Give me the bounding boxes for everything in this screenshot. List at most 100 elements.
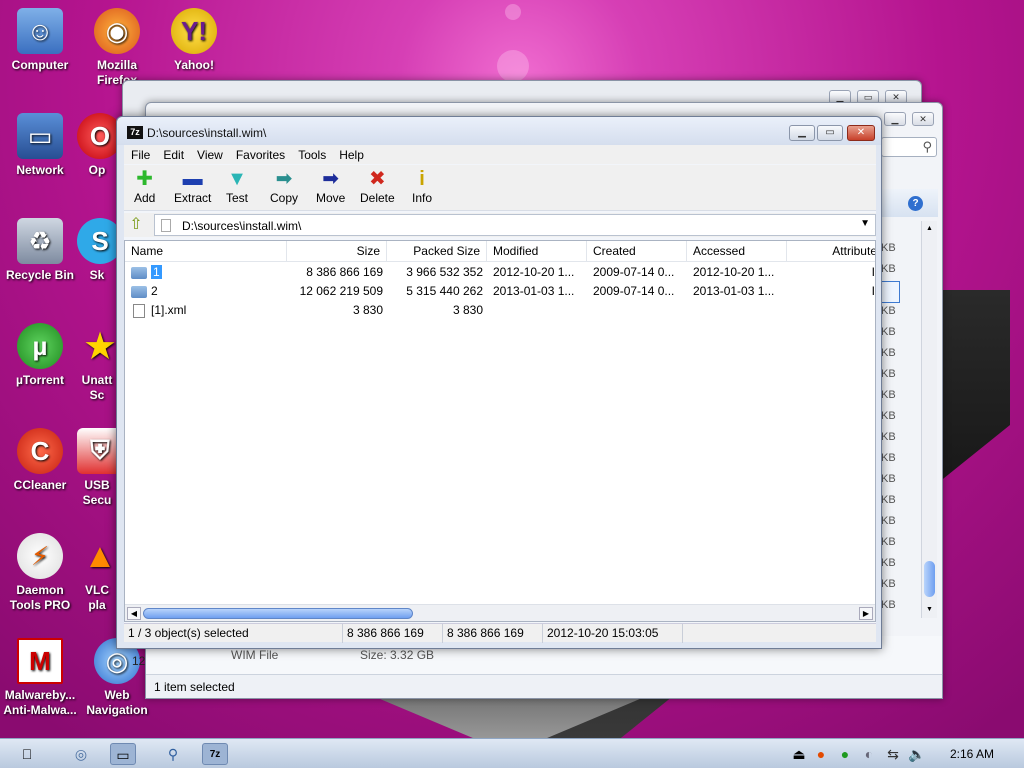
info-button[interactable]: i Info [412, 167, 432, 205]
column-modified[interactable]: Modified [487, 241, 587, 262]
window-content: File Edit View Favorites Tools Help ✚ Add ▬ Extr… [124, 145, 876, 643]
desktop-icon-malwarebytes[interactable]: M Malwareby... Anti-Malwa... [0, 638, 80, 718]
daemon-tools-icon: ⚡ [17, 533, 63, 579]
status-bar: 1 / 3 object(s) selected 8 386 866 169 8… [124, 623, 876, 643]
yahoo-icon: Y! [171, 8, 217, 54]
copy-button[interactable]: ➡ Copy [270, 167, 298, 205]
desktop-icon-skype[interactable]: S Sk [77, 218, 117, 283]
clock[interactable]: 2:16 AM [950, 747, 994, 761]
recycle-bin-icon: ♻ [17, 218, 63, 264]
up-folder-icon[interactable]: ⇧ [126, 215, 146, 235]
desktop-icon-ccleaner[interactable]: C CCleaner [0, 428, 80, 493]
desktop-icon-network[interactable]: ▭ Network [0, 113, 80, 178]
size-unit-label: KB [881, 494, 896, 506]
help-icon[interactable]: ? [908, 196, 923, 211]
column-created[interactable]: Created [587, 241, 687, 262]
folder-icon [131, 267, 147, 279]
add-button[interactable]: ✚ Add [134, 167, 155, 205]
scroll-left-arrow[interactable]: ◀ [127, 607, 141, 620]
menu-edit[interactable]: Edit [156, 145, 190, 162]
status-selection: 1 / 3 object(s) selected [124, 624, 343, 643]
close-button[interactable]: ✕ [847, 125, 875, 141]
menu-bar: File Edit View Favorites Tools Help [124, 145, 876, 164]
size-unit-label: KB [881, 305, 896, 317]
column-header: Name Size Packed Size Modified Created A… [125, 241, 875, 262]
toolbar-label: Copy [270, 191, 299, 205]
move-button[interactable]: ➡ Move [316, 167, 345, 205]
vscroll[interactable]: ▲ ▼ [921, 221, 937, 618]
close-button[interactable]: ✕ [912, 112, 934, 126]
table-row[interactable]: [1].xml 3 830 3 830 [125, 301, 875, 320]
desktop-icon-unattended[interactable]: ★ Unatt Sc [77, 323, 117, 403]
file-list[interactable]: Name Size Packed Size Modified Created A… [124, 240, 876, 622]
menu-tools[interactable]: Tools [291, 145, 332, 162]
delete-button[interactable]: ✖ Delete [360, 167, 395, 205]
desktop-icon-firefox[interactable]: ◉ Mozilla Firefox [77, 8, 157, 88]
menu-help[interactable]: Help [332, 145, 370, 162]
column-packed-size[interactable]: Packed Size [387, 241, 487, 262]
address-field[interactable]: D:\sources\install.wim\ ▼ [154, 214, 876, 236]
add-icon: ✚ [136, 168, 154, 190]
apple-start-icon[interactable]:  [14, 743, 40, 765]
column-accessed[interactable]: Accessed [687, 241, 787, 262]
test-button[interactable]: ▼ Test [226, 167, 248, 205]
column-name[interactable]: Name [125, 241, 287, 262]
desktop-icon-utorrent[interactable]: µ µTorrent [0, 323, 80, 388]
row-size: 12 062 219 509 [299, 284, 383, 298]
table-row[interactable]: 1 8 386 866 169 3 966 532 352 2012-10-20 1.… [125, 263, 875, 282]
malwarebytes-icon: M [17, 638, 63, 684]
menu-favorites[interactable]: Favorites [229, 145, 291, 162]
delete-icon: ✖ [368, 168, 386, 190]
toolbar-label: Info [412, 191, 433, 205]
toolbar-label: Extract [174, 191, 212, 205]
row-name-text: 1 [151, 265, 162, 279]
status-packed: 8 386 866 169 [443, 624, 543, 643]
table-row[interactable]: 2 12 062 219 509 5 315 440 262 2013-01-03 1… [125, 282, 875, 301]
menu-file[interactable]: File [124, 145, 156, 162]
minimize-button[interactable]: ▁ [884, 112, 906, 126]
warning-tray-icon[interactable]: ● [808, 743, 834, 765]
folder-icon [131, 286, 147, 298]
minimize-button[interactable]: ▁ [789, 125, 815, 141]
firefox-icon: ◉ [94, 8, 140, 54]
7zip-app-icon: 7z [127, 126, 143, 139]
show-desktop-icon[interactable]: ◎ [68, 743, 94, 765]
scroll-down-arrow[interactable]: ▼ [923, 603, 936, 616]
horizontal-scrollbar[interactable]: ◀ ▶ [125, 604, 875, 621]
size-unit-label: KB [881, 389, 896, 401]
tray-icon[interactable]: ◐ [856, 743, 882, 765]
scroll-up-arrow[interactable]: ▲ [923, 222, 936, 235]
search-taskbar-icon[interactable]: ⚲ [160, 743, 186, 765]
scroll-thumb[interactable] [924, 561, 935, 597]
desktop-icon-opera[interactable]: O Op [77, 113, 117, 178]
xml-file-icon [133, 304, 145, 318]
status-modified: 2012-10-20 15:03:05 [543, 624, 683, 643]
desktop-icon-computer[interactable]: ☺ Computer [0, 8, 80, 73]
7zip-window[interactable]: 7z D:\sources\install.wim\ ▁ ▭ ✕ File Edi… [116, 116, 882, 649]
row-packed: 3 966 532 352 [406, 265, 483, 279]
chevron-down-icon[interactable]: ▼ [860, 218, 870, 229]
column-attribute[interactable]: Attribute [787, 241, 875, 262]
size-unit-label: KB [881, 347, 896, 359]
extract-button[interactable]: ▬ Extract [174, 167, 211, 205]
network-tray-icon[interactable]: ⇆ [880, 743, 906, 765]
7zip-taskbar-icon[interactable]: 7z [202, 743, 228, 765]
utorrent-tray-icon[interactable]: ● [832, 743, 858, 765]
desktop-icon-daemon-tools[interactable]: ⚡ Daemon Tools PRO [0, 533, 80, 613]
network-icon: ▭ [17, 113, 63, 159]
maximize-button[interactable]: ▭ [817, 125, 843, 141]
explorer-taskbar-icon[interactable]: ▭ [110, 743, 136, 765]
row-size: 8 386 866 169 [306, 265, 383, 279]
volume-muted-icon[interactable]: 🔈 [904, 743, 930, 765]
scroll-thumb[interactable] [143, 608, 413, 619]
title-bar[interactable]: 7z D:\sources\install.wim\ ▁ ▭ ✕ [117, 117, 881, 145]
column-size[interactable]: Size [287, 241, 387, 262]
scroll-right-arrow[interactable]: ▶ [859, 607, 873, 620]
desktop-icon-usb-security[interactable]: ⛨ USB Secu [77, 428, 117, 508]
search-box[interactable]: ⚲ [881, 137, 937, 157]
desktop-icon-recycle-bin[interactable]: ♻ Recycle Bin [0, 218, 80, 283]
wallpaper-bokeh [505, 4, 521, 20]
desktop-icon-yahoo[interactable]: Y! Yahoo! Messenger [154, 8, 234, 74]
desktop-icon-vlc[interactable]: ▲ VLC pla [77, 533, 117, 613]
menu-view[interactable]: View [190, 145, 229, 162]
